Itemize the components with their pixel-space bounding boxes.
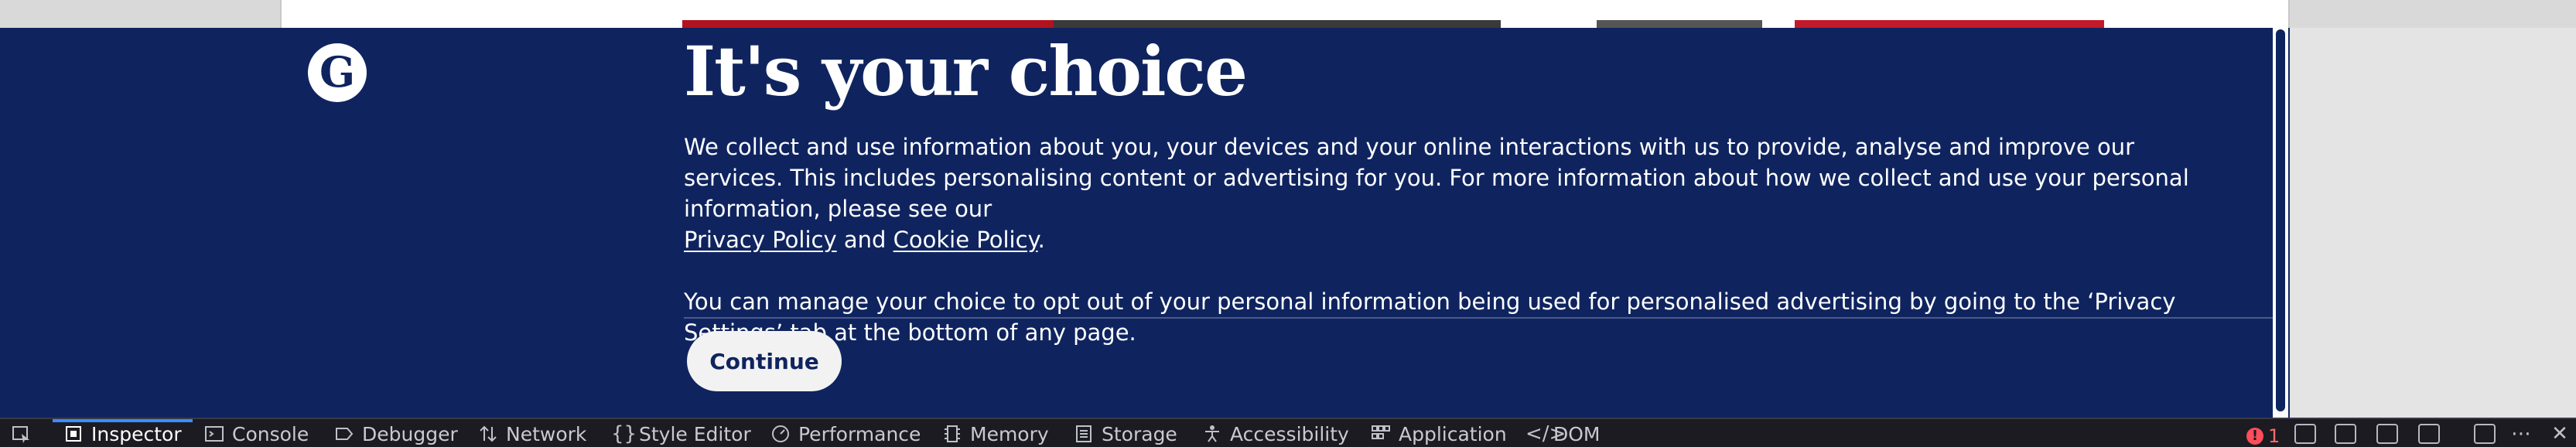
content-thumbnail [682, 20, 1054, 28]
tab-memory[interactable]: Memory [942, 419, 1049, 447]
element-picker-icon [12, 426, 29, 443]
banner-body: We collect and use information about you… [684, 131, 2231, 348]
error-counter[interactable]: ! 1 [2246, 425, 2280, 447]
tab-application[interactable]: Application [1371, 419, 1507, 447]
tab-network-label: Network [506, 422, 587, 445]
element-picker-button[interactable] [11, 419, 31, 447]
scrollbar-thumb[interactable] [2276, 29, 2285, 411]
svg-text:G: G [319, 47, 355, 97]
privacy-policy-link[interactable]: Privacy Policy [684, 227, 837, 253]
paragraph-data-usage: We collect and use information about you… [684, 131, 2231, 255]
dock-side-icon[interactable] [2474, 424, 2496, 444]
responsive-design-icon[interactable] [2376, 424, 2398, 444]
style-editor-icon: {} [611, 422, 637, 445]
consent-banner: G It's your choice We collect and use in… [0, 28, 2290, 418]
period-text: . [1037, 227, 1045, 253]
memory-icon [945, 425, 960, 442]
inspector-icon [66, 426, 81, 442]
split-console-icon[interactable] [2294, 424, 2316, 444]
error-count: 1 [2268, 425, 2280, 447]
devtools-toolbar: Inspector Console Debugger Network {} St… [0, 418, 2576, 447]
tab-dom[interactable]: </> DOM [1525, 419, 1601, 447]
rulers-icon[interactable] [2418, 424, 2440, 444]
tab-performance-label: Performance [798, 422, 921, 445]
application-icon [1372, 425, 1390, 439]
tab-network[interactable]: Network [478, 419, 586, 447]
and-text: and [843, 227, 887, 253]
dom-icon: </> [1525, 422, 1566, 445]
tab-accessibility-label: Accessibility [1230, 422, 1349, 445]
network-icon [480, 425, 497, 442]
performance-icon [772, 425, 789, 442]
continue-button[interactable]: Continue [687, 331, 842, 391]
banner-title: It's your choice [684, 31, 1248, 111]
tab-storage-label: Storage [1102, 422, 1177, 445]
page-right-margin [2290, 28, 2576, 418]
close-icon: ✕ [2551, 422, 2568, 445]
content-thumbnail [1054, 20, 1501, 28]
tab-storage[interactable]: Storage [1074, 419, 1177, 447]
debugger-icon [336, 428, 354, 440]
cookie-policy-link[interactable]: Cookie Policy [893, 227, 1038, 253]
tab-application-label: Application [1399, 422, 1507, 445]
tab-debugger[interactable]: Debugger [334, 419, 458, 447]
tab-debugger-label: Debugger [362, 422, 458, 445]
storage-icon [1076, 425, 1092, 442]
banner-divider [684, 317, 2277, 319]
close-devtools-button[interactable]: ✕ [2550, 419, 2570, 447]
tab-dom-label: DOM [1553, 422, 1601, 445]
page-background [0, 0, 2576, 28]
tab-inspector[interactable]: Inspector [53, 419, 193, 447]
content-thumbnail [1597, 20, 1762, 28]
tab-console-label: Console [232, 422, 309, 445]
more-options-button[interactable]: ⋯ [2511, 419, 2531, 447]
error-icon: ! [2246, 428, 2263, 445]
tab-memory-label: Memory [970, 422, 1049, 445]
content-thumbnail [1795, 20, 2104, 28]
tab-accessibility[interactable]: Accessibility [1202, 419, 1349, 447]
vertical-scrollbar[interactable] [2273, 28, 2288, 418]
paragraph-data-usage-text: We collect and use information about you… [684, 134, 2189, 222]
accessibility-icon [1205, 425, 1219, 442]
tab-style-editor[interactable]: {} Style Editor [611, 419, 751, 447]
screenshot-icon[interactable] [2335, 424, 2356, 444]
guardian-logo: G [308, 43, 367, 102]
tab-style-editor-label: Style Editor [639, 422, 751, 445]
page-content [280, 0, 2290, 28]
tab-inspector-label: Inspector [91, 422, 182, 445]
tab-console[interactable]: Console [204, 419, 309, 447]
tab-performance[interactable]: Performance [770, 419, 921, 447]
console-icon [205, 426, 224, 442]
more-options-icon: ⋯ [2511, 422, 2531, 445]
